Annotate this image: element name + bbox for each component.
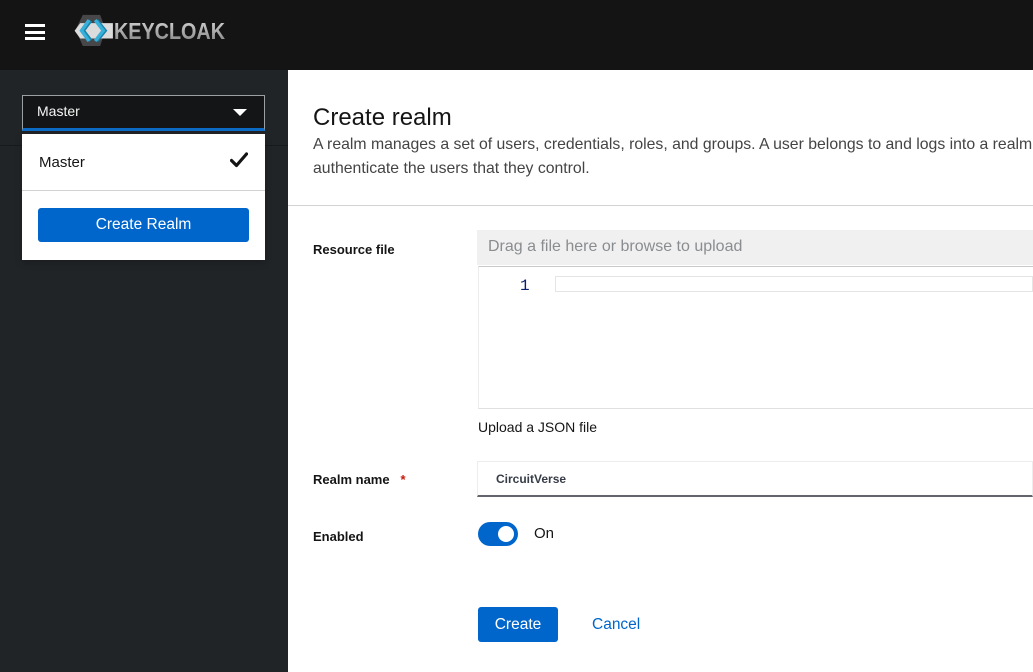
svg-text:KEYCLOAK: KEYCLOAK <box>114 18 225 44</box>
